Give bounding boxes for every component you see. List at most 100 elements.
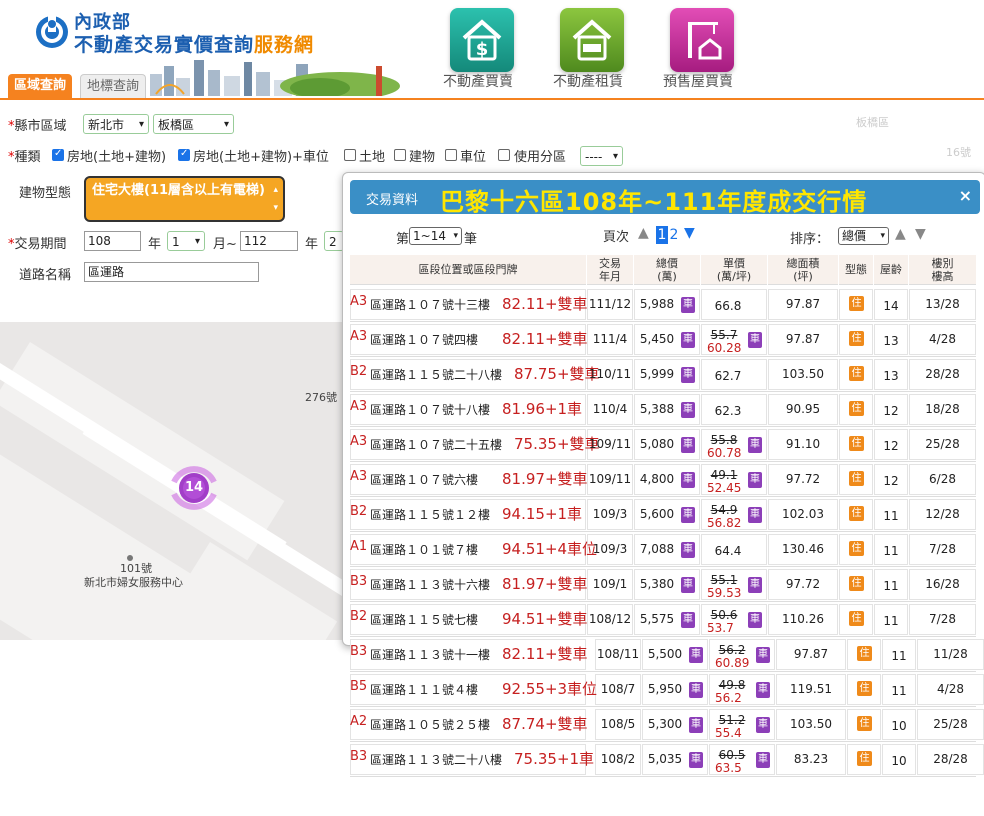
page-1[interactable]: 1 [656, 226, 668, 244]
row-code: A3 [350, 329, 368, 344]
row-age: 11 [891, 649, 907, 663]
page-prev-icon[interactable]: ▲ [638, 225, 649, 241]
row-unit-original: 56.2 [718, 643, 746, 657]
tab-region-query[interactable]: 區域查詢 [8, 74, 73, 98]
row-area-parking: 94.51+雙車 [502, 610, 588, 628]
period-label: *交易期間 [8, 237, 67, 252]
row-address[interactable]: 區運路１０７號二十五樓 [370, 436, 502, 453]
residential-badge-icon: 住 [849, 506, 864, 521]
row-address[interactable]: 區運路１０７號四樓 [370, 331, 478, 348]
parking-badge-icon: 車 [748, 577, 762, 593]
type-checkbox-land[interactable] [344, 149, 356, 161]
category-sale-label[interactable]: 不動產買賣 [443, 71, 513, 91]
row-total: 5,450 [639, 332, 675, 346]
city-skyline-banner [150, 60, 400, 96]
row-address[interactable]: 區運路１１３號十六樓 [370, 576, 490, 593]
period-start-year-input[interactable]: 108 [84, 231, 141, 251]
city-select[interactable]: 新北市 ▾ [83, 114, 149, 134]
row-total: 5,575 [639, 612, 675, 626]
chevron-down-icon: ▾ [612, 151, 618, 162]
parking-badge-icon: 車 [756, 682, 770, 698]
type-checkbox-parking[interactable] [445, 149, 457, 161]
sort-select[interactable]: 總價 ▾ [838, 227, 889, 245]
residential-badge-icon: 住 [849, 401, 864, 416]
category-sale-button[interactable]: $ [450, 8, 514, 72]
period-end-year-input[interactable]: 112 [240, 231, 298, 251]
row-age: 11 [883, 579, 899, 593]
row-address[interactable]: 區運路１１１號４樓 [370, 681, 478, 698]
map-cluster-marker[interactable]: 14 [166, 460, 222, 516]
period-end-month-select[interactable]: 2 [324, 231, 344, 251]
row-date: 109/11 [588, 472, 632, 486]
col-header-type: 型態 [839, 255, 873, 285]
row-total: 7,088 [639, 542, 675, 556]
category-rent-button[interactable] [560, 8, 624, 72]
row-address[interactable]: 區運路１１５號二十八樓 [370, 366, 502, 383]
row-total: 5,388 [639, 402, 675, 416]
row-floor: 25/28 [925, 437, 960, 451]
row-address[interactable]: 區運路１０７號六樓 [370, 471, 478, 488]
row-unit-adjusted: 60.78 [707, 446, 742, 460]
type-checkbox-building[interactable] [394, 149, 406, 161]
building-type-select[interactable]: 住宅大樓(11層含以上有電梯) ▴ ▾ [84, 176, 285, 222]
parking-badge-icon: 車 [748, 612, 762, 628]
range-select[interactable]: 1~14 ▾ [409, 227, 462, 245]
row-address[interactable]: 區運路１０１號７樓 [370, 541, 478, 558]
popup-title: 巴黎十六區108年~111年度成交行情 [440, 188, 868, 216]
period-start-month-select[interactable]: 1 ▾ [167, 231, 205, 251]
type-checkbox-house-land-parking[interactable] [178, 148, 190, 161]
road-input[interactable]: 區運路 [84, 262, 259, 282]
parking-badge-icon: 車 [756, 647, 770, 663]
tab-underline [0, 98, 984, 100]
row-area-parking: 75.35+1車 [514, 750, 595, 768]
row-floor: 4/28 [937, 682, 964, 696]
residential-badge-icon: 住 [849, 331, 864, 346]
cluster-count: 14 [184, 480, 204, 495]
row-address[interactable]: 區運路１０７號十三樓 [370, 296, 490, 313]
type-label-house-land-parking: 房地(土地+建物)+車位 [193, 150, 329, 165]
site-title[interactable]: 不動產交易實價查詢服務網 [74, 30, 314, 57]
row-area-parking: 87.74+雙車 [502, 715, 588, 733]
row-date: 108/5 [600, 717, 636, 731]
row-age: 11 [883, 614, 899, 628]
parking-badge-icon: 車 [681, 577, 695, 593]
row-age: 13 [883, 369, 899, 383]
zoning-select[interactable]: ---- ▾ [580, 146, 623, 166]
sort-asc-icon[interactable]: ▲ [895, 226, 906, 242]
page-next-icon[interactable]: ▼ [684, 225, 695, 241]
row-unit-adjusted: 60.89 [715, 656, 750, 670]
period-month-unit: 月~ [213, 237, 237, 252]
row-address[interactable]: 區運路１１３號二十八樓 [370, 751, 502, 768]
parking-badge-icon: 車 [681, 542, 695, 558]
type-checkbox-zoning[interactable] [498, 149, 510, 161]
row-unit: 62.7 [714, 369, 742, 383]
category-presale-button[interactable] [670, 8, 734, 72]
row-floor: 18/28 [925, 402, 960, 416]
row-total: 5,380 [639, 577, 675, 591]
row-age: 10 [891, 719, 907, 733]
range-prefix: 第 [396, 232, 410, 247]
type-checkbox-house-land[interactable] [52, 148, 64, 161]
row-address[interactable]: 區運路１１５號１２樓 [370, 506, 490, 523]
residential-badge-icon: 住 [857, 646, 872, 661]
page-2[interactable]: 2 [668, 226, 680, 244]
close-icon[interactable]: × [959, 186, 972, 205]
category-rent-label[interactable]: 不動產租賃 [553, 71, 623, 91]
sort-desc-icon[interactable]: ▼ [915, 226, 926, 242]
type-label-zoning: 使用分區 [514, 150, 567, 165]
row-address[interactable]: 區運路１１３號十一樓 [370, 646, 490, 663]
row-address[interactable]: 區運路１０７號十八樓 [370, 401, 490, 418]
row-age: 12 [883, 404, 899, 418]
parking-badge-icon: 車 [689, 682, 703, 698]
parking-badge-icon: 車 [748, 332, 762, 348]
row-area: 102.03 [782, 507, 824, 521]
parking-badge-icon: 車 [689, 717, 703, 733]
district-select[interactable]: 板橋區 ▾ [153, 114, 234, 134]
category-presale-label[interactable]: 預售屋買賣 [663, 71, 733, 91]
row-address[interactable]: 區運路１０５號２５樓 [370, 716, 490, 733]
row-date: 111/4 [592, 332, 628, 346]
tab-landmark-query[interactable]: 地標查詢 [80, 74, 147, 99]
row-address[interactable]: 區運路１１５號七樓 [370, 611, 478, 628]
row-date: 108/12 [588, 612, 632, 626]
col-header-total: 總價 (萬) [634, 255, 700, 285]
